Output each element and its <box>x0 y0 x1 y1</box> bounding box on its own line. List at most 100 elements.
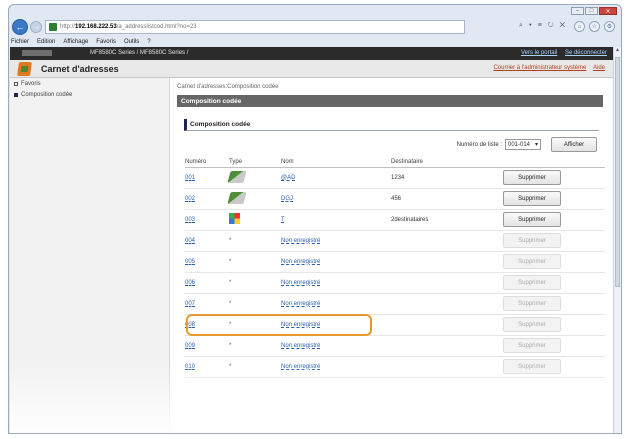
list-number-select[interactable]: 001-014 ▾ <box>505 139 541 150</box>
address-bar[interactable]: http:// 192.168.222.53 /a_addresslistcod… <box>45 20 465 34</box>
table-row: 003 T 2destinataires Supprimer <box>185 209 605 231</box>
sidebar-item-favorites[interactable]: Favoris <box>10 78 169 89</box>
entry-number-link[interactable]: 007 <box>185 301 195 307</box>
empty-type-mark: * <box>229 300 232 307</box>
top-links: Vers le portail Se déconnecter <box>515 50 607 56</box>
device-logo <box>22 50 52 56</box>
table-row: 010 * Non enregistré Supprimer <box>185 356 605 378</box>
entry-number-link[interactable]: 010 <box>185 364 195 370</box>
entry-name-link[interactable]: Non enregistré <box>281 238 320 244</box>
entry-name-link[interactable]: Non enregistré <box>281 343 320 349</box>
page-content: MF8580C Series / MF8580C Series / Vers l… <box>10 47 613 433</box>
menu-bar: Fichier Edition Affichage Favoris Outils… <box>9 37 621 47</box>
header-links: Courrier à l'administrateur système Aide <box>488 65 605 71</box>
title-bar: – □ ✕ <box>9 5 621 18</box>
entry-name-link[interactable]: Non enregistré <box>281 322 320 328</box>
home-icon[interactable]: ⌂ <box>574 21 585 32</box>
delete-button[interactable]: Supprimer <box>503 359 561 374</box>
list-selector: Numéro de liste : 001-014 ▾ Afficher <box>177 137 597 152</box>
list-number-label: Numéro de liste : <box>456 141 502 148</box>
entry-name-link[interactable]: Non enregistré <box>281 301 320 307</box>
device-top-bar: MF8580C Series / MF8580C Series / Vers l… <box>10 47 613 60</box>
delete-button[interactable]: Supprimer <box>503 233 561 248</box>
address-tools[interactable]: ⌕ ▾ ≡ ↻ ✕ <box>519 22 567 30</box>
url-host: 192.168.222.53 <box>75 24 117 30</box>
delete-button[interactable]: Supprimer <box>503 170 561 185</box>
scroll-thumb[interactable] <box>615 57 620 287</box>
table-row: 002 DGJ 456 Supprimer <box>185 188 605 210</box>
menu-view[interactable]: Affichage <box>63 39 88 45</box>
chevron-down-icon: ▾ <box>534 142 538 148</box>
minimize-icon[interactable]: – <box>571 7 584 15</box>
menu-edit[interactable]: Edition <box>37 39 55 45</box>
back-arrow-icon[interactable]: ← <box>12 19 28 35</box>
url-path: /a_addresslistcod.html?no=23 <box>116 24 197 30</box>
browser-toolbar-icons: ⌂ ☆ ⚙ <box>574 21 615 32</box>
maximize-icon[interactable]: □ <box>585 7 598 15</box>
close-icon[interactable]: ✕ <box>599 7 617 15</box>
entry-number-link[interactable]: 006 <box>185 280 195 286</box>
empty-type-mark: * <box>229 342 232 349</box>
entry-name-link[interactable]: T <box>281 217 285 223</box>
delete-button[interactable]: Supprimer <box>503 296 561 311</box>
entry-name-link[interactable]: DGJ <box>281 196 293 202</box>
scroll-up-icon[interactable]: ▲ <box>614 47 621 55</box>
entry-number-link[interactable]: 004 <box>185 238 195 244</box>
menu-file[interactable]: Fichier <box>11 39 29 45</box>
entry-number-link[interactable]: 005 <box>185 259 195 265</box>
logout-link[interactable]: Se déconnecter <box>565 50 607 56</box>
column-header: Type <box>229 158 281 168</box>
empty-type-mark: * <box>229 237 232 244</box>
column-header: Destinataire <box>391 158 495 168</box>
entry-number-link[interactable]: 009 <box>185 343 195 349</box>
group-icon <box>229 213 240 224</box>
site-icon <box>49 23 57 31</box>
delete-button[interactable]: Supprimer <box>503 275 561 290</box>
menu-favorites[interactable]: Favoris <box>96 39 116 45</box>
table-row: 001 @AD 1234 Supprimer <box>185 167 605 189</box>
entry-name-link[interactable]: Non enregistré <box>281 259 320 265</box>
breadcrumb: Carnet d'adresses:Composition codée <box>177 84 279 90</box>
delete-button[interactable]: Supprimer <box>503 191 561 206</box>
delete-button[interactable]: Supprimer <box>503 338 561 353</box>
vertical-scrollbar[interactable]: ▲ <box>613 47 621 433</box>
menu-tools[interactable]: Outils <box>124 39 139 45</box>
column-header: Nom <box>281 158 391 168</box>
entry-name-link[interactable]: Non enregistré <box>281 364 320 370</box>
main-panel: Carnet d'adresses:Composition codée Comp… <box>177 78 605 378</box>
table-body: 001 @AD 1234 Supprimer 002 DGJ 456 Supprimer 003… <box>185 167 605 378</box>
device-model: MF8580C Series / MF8580C Series / <box>90 50 189 56</box>
section-title: Composition codée <box>177 95 603 107</box>
gear-icon[interactable]: ⚙ <box>604 21 615 32</box>
table-header-row: Numéro Type Nom Destinataire <box>185 158 605 168</box>
bullet-icon <box>14 92 18 97</box>
show-button[interactable]: Afficher <box>551 137 597 152</box>
column-header <box>495 158 605 168</box>
browser-window: – □ ✕ ← → http:// 192.168.222.53 /a_addr… <box>8 4 622 434</box>
delete-button[interactable]: Supprimer <box>503 317 561 332</box>
portal-link[interactable]: Vers le portail <box>521 50 557 56</box>
forward-arrow-icon[interactable]: → <box>30 21 42 33</box>
entry-name-link[interactable]: Non enregistré <box>281 280 320 286</box>
favorites-star-icon[interactable]: ☆ <box>589 21 600 32</box>
entry-number-link[interactable]: 002 <box>185 196 195 202</box>
sidebar: Favoris Composition codée <box>10 78 170 433</box>
table-row: 009 * Non enregistré Supprimer <box>185 335 605 357</box>
mail-admin-link[interactable]: Courrier à l'administrateur système <box>493 65 586 71</box>
sidebar-item-label: Composition codée <box>21 91 73 98</box>
help-link[interactable]: Aide <box>593 65 605 71</box>
sidebar-item-coded-dial[interactable]: Composition codée <box>10 89 169 100</box>
entry-name-link[interactable]: @AD <box>281 175 295 181</box>
delete-button[interactable]: Supprimer <box>503 212 561 227</box>
menu-help[interactable]: ? <box>147 39 150 45</box>
table-row: 006 * Non enregistré Supprimer <box>185 272 605 294</box>
table-row: 008 * Non enregistré Supprimer <box>185 314 605 336</box>
app-header: Carnet d'adresses Courrier à l'administr… <box>10 60 613 78</box>
address-book-icon <box>17 62 32 76</box>
empty-type-mark: * <box>229 363 232 370</box>
entry-number-link[interactable]: 003 <box>185 217 195 223</box>
entry-number-link[interactable]: 001 <box>185 175 195 181</box>
entry-number-link[interactable]: 008 <box>185 322 195 328</box>
fax-icon <box>227 170 247 183</box>
delete-button[interactable]: Supprimer <box>503 254 561 269</box>
